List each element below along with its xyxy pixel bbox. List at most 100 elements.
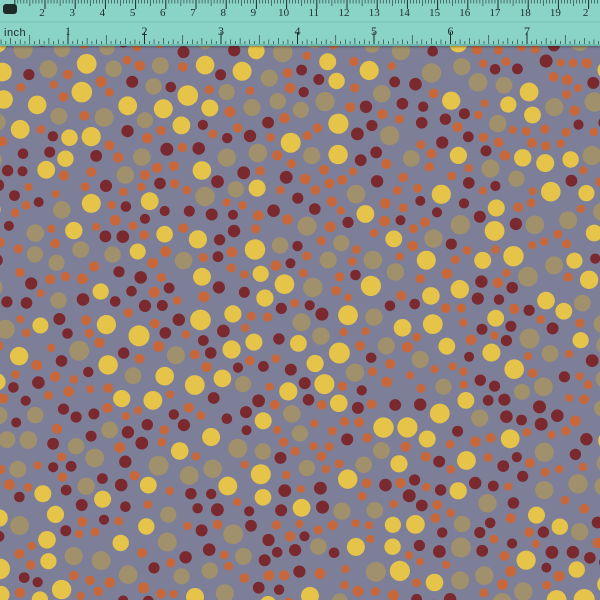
rust-dot [271, 354, 281, 363]
maroon-dot [20, 297, 33, 309]
cm-mark-label: 2 [39, 7, 45, 19]
maroon-dot [23, 69, 35, 81]
yellow-dot [524, 106, 541, 124]
taupe-dot [223, 524, 244, 545]
yellow-dot [328, 113, 349, 134]
yellow-dot [46, 505, 65, 523]
rust-dot [312, 123, 323, 133]
yellow-dot [562, 151, 579, 168]
yellow-dot [81, 193, 101, 213]
rust-dot [560, 495, 570, 505]
maroon-dot [476, 544, 489, 557]
maroon-dot [148, 562, 160, 574]
maroon-dot [138, 299, 152, 312]
taupe-dot [303, 277, 323, 298]
maroon-dot [205, 208, 218, 221]
yellow-dot [188, 230, 207, 249]
rust-dot [157, 437, 167, 447]
polka-dot-fabric [0, 0, 600, 600]
rust-dot [279, 570, 290, 581]
rust-dot [255, 166, 265, 176]
maroon-dot [342, 216, 354, 228]
rust-dot [348, 167, 357, 176]
maroon-dot [76, 293, 90, 306]
taupe-dot [174, 251, 193, 270]
rust-dot [493, 137, 504, 148]
maroon-dot [47, 437, 59, 450]
rust-dot [272, 150, 283, 161]
rust-dot [36, 125, 46, 134]
maroon-dot [585, 354, 599, 367]
rust-dot [222, 198, 231, 207]
rust-dot [45, 274, 56, 285]
maroon-dot [120, 501, 131, 512]
taupe-dot [403, 150, 420, 167]
yellow-dot [218, 476, 238, 496]
rust-dot [548, 71, 559, 82]
rust-dot [290, 446, 300, 456]
rust-dot [499, 551, 510, 561]
rust-dot [138, 582, 150, 594]
taupe-dot [298, 459, 316, 477]
maroon-dot [227, 224, 241, 238]
yellow-dot [390, 455, 408, 473]
rust-dot [181, 330, 191, 339]
rust-dot [406, 371, 415, 380]
inch-mark-label: 6 [447, 24, 454, 38]
rust-dot [3, 479, 15, 491]
rust-dot [318, 164, 329, 175]
taupe-dot [535, 481, 554, 500]
taupe-dot [303, 147, 321, 165]
rust-dot [479, 588, 489, 598]
yellow-dot [389, 560, 410, 582]
maroon-dot [271, 547, 283, 558]
taupe-dot [421, 63, 442, 83]
taupe-dot [377, 337, 395, 355]
taupe-dot [133, 148, 151, 166]
rust-dot [74, 529, 84, 539]
rust-dot [89, 261, 100, 272]
yellow-dot [528, 506, 545, 524]
rust-dot [94, 337, 105, 348]
yellow-dot [138, 518, 155, 535]
rust-dot [295, 519, 304, 528]
maroon-dot [55, 355, 68, 367]
maroon-dot [436, 136, 449, 149]
maroon-dot [298, 86, 309, 98]
maroon-dot [252, 394, 265, 408]
taupe-dot [201, 562, 218, 579]
yellow-dot [442, 91, 461, 110]
rust-dot [381, 376, 392, 388]
cm-mark-label: 11 [308, 7, 320, 19]
rust-dot [540, 124, 550, 134]
taupe-dot [508, 170, 525, 187]
rust-dot [491, 245, 500, 254]
maroon-dot [500, 410, 513, 424]
taupe-dot [64, 547, 83, 566]
maroon-dot [437, 527, 448, 538]
maroon-dot [139, 213, 151, 224]
yellow-dot [61, 129, 78, 146]
yellow-dot [40, 553, 57, 570]
rust-dot [22, 328, 31, 338]
rust-dot [10, 208, 20, 218]
cm-mark-label: 18 [519, 7, 531, 19]
maroon-dot [206, 488, 217, 500]
yellow-dot [57, 150, 74, 167]
yellow-dot [140, 192, 159, 211]
rust-dot [531, 539, 541, 549]
maroon-dot [462, 131, 474, 143]
rust-dot [290, 298, 300, 308]
taupe-dot [453, 515, 471, 533]
rust-dot [298, 268, 308, 278]
rust-dot [21, 200, 31, 210]
maroon-dot [434, 484, 447, 496]
yellow-dot [224, 305, 242, 323]
rust-dot [541, 141, 551, 151]
rust-dot [555, 465, 564, 474]
rust-dot [456, 303, 466, 313]
maroon-dot [569, 448, 582, 461]
rust-dot [508, 303, 520, 315]
yellow-dot [274, 274, 295, 295]
yellow-dot [487, 309, 505, 327]
